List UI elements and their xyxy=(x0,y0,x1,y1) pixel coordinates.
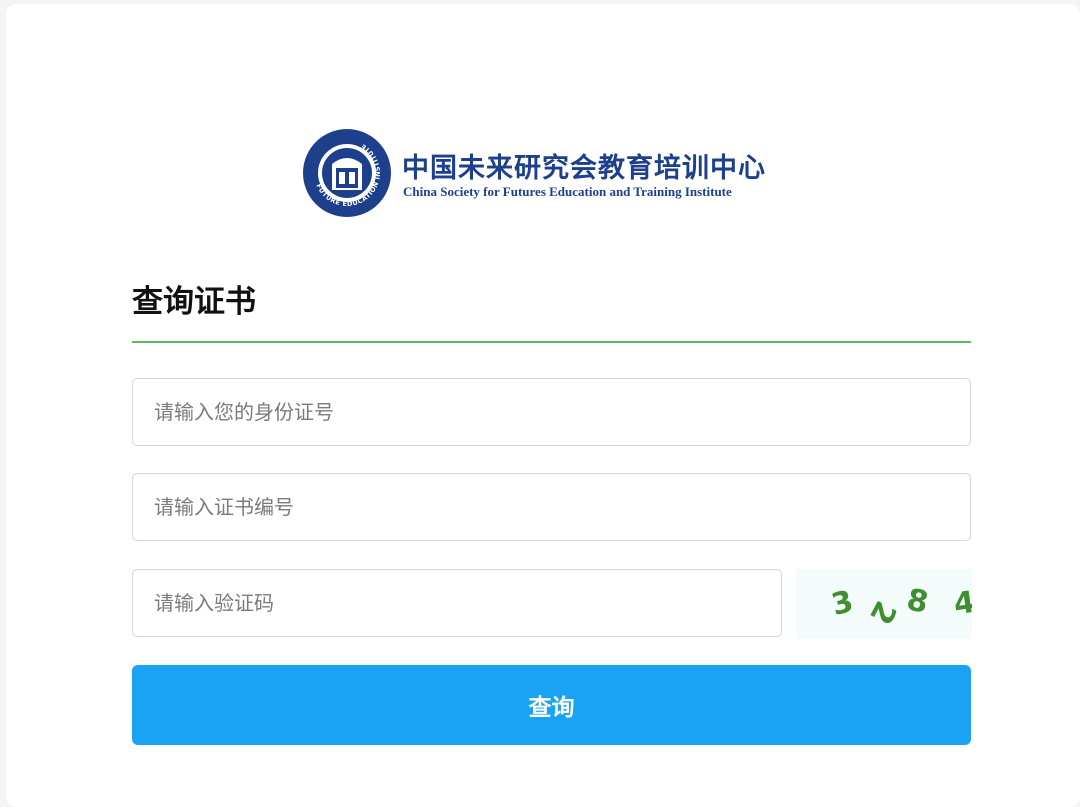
captcha-char: 4 xyxy=(951,584,972,623)
id-number-input[interactable] xyxy=(132,378,971,446)
captcha-image[interactable]: 3 2 8 4 xyxy=(796,569,972,639)
certificate-number-input[interactable] xyxy=(132,473,971,541)
institute-logo: FUTURE EDUCATION INSTITUTE 中国未来研究会教育培训中心… xyxy=(302,128,792,220)
captcha-input[interactable] xyxy=(132,569,782,637)
query-button[interactable]: 查询 xyxy=(132,665,971,745)
page-title: 查询证书 xyxy=(132,284,256,320)
institute-name-cn: 中国未来研究会教育培训中心 xyxy=(402,153,766,184)
captcha-char: 8 xyxy=(903,582,932,621)
title-divider xyxy=(132,341,971,343)
captcha-char: 3 xyxy=(828,583,857,624)
institute-name-en: China Society for Futures Education and … xyxy=(403,184,732,199)
institute-seal-icon: FUTURE EDUCATION INSTITUTE xyxy=(303,129,391,217)
captcha-char: 2 xyxy=(862,595,903,630)
login-card: FUTURE EDUCATION INSTITUTE 中国未来研究会教育培训中心… xyxy=(6,4,1080,807)
